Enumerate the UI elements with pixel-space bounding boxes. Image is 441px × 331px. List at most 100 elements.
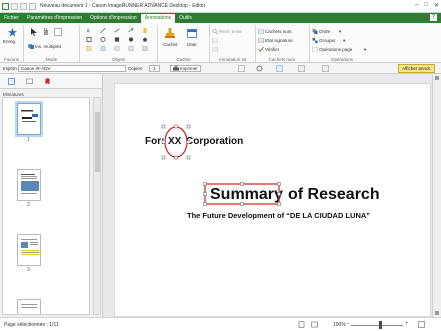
- ellipse-icon[interactable]: [100, 37, 106, 42]
- comments-tab-icon[interactable]: [26, 78, 33, 85]
- tab-options-impression[interactable]: Options d'impression: [86, 14, 141, 23]
- minimize-icon[interactable]: –: [415, 2, 418, 9]
- thumbnail-list[interactable]: 1 2 3: [2, 97, 90, 315]
- page-operations-dropdown-icon[interactable]: ▾: [364, 47, 366, 53]
- rectangle-icon[interactable]: [86, 37, 92, 42]
- pattern-icon[interactable]: [142, 46, 148, 51]
- thumbnail-page-3[interactable]: [17, 234, 41, 266]
- insert-multiple-icon: [28, 44, 34, 49]
- verify-button[interactable]: Vérifier: [265, 47, 279, 52]
- document-canvas[interactable]: For: XX Corporation Summary of Research: [104, 74, 432, 317]
- filled-ellipse-icon[interactable]: [128, 37, 134, 42]
- zoom-in-icon[interactable]: +: [405, 321, 409, 327]
- stamp-shape-icon[interactable]: [128, 46, 134, 51]
- fit-width-icon[interactable]: [311, 321, 318, 328]
- thumbnail-scrollbar[interactable]: [93, 97, 101, 315]
- single-page-view-icon[interactable]: [298, 321, 305, 328]
- thumbnail-scrollbar-thumb[interactable]: [95, 112, 100, 172]
- thumbnail-page-4[interactable]: [17, 299, 41, 314]
- page-operations-button[interactable]: Opérations page: [319, 47, 352, 52]
- highlighter-icon[interactable]: [142, 28, 148, 33]
- insert-multiple-button[interactable]: Ins. multiples: [35, 44, 61, 49]
- canvas-scrollbar[interactable]: [432, 74, 441, 317]
- status-bar: Page sélectionnée : 1/11 100% − +: [0, 317, 441, 331]
- link-icon[interactable]: [114, 46, 120, 51]
- cachet-button[interactable]: Cachet: [163, 42, 177, 47]
- settings-icon[interactable]: [256, 65, 263, 72]
- title-bar: Nouveau document 1 - Canon imageRUNNER A…: [0, 0, 441, 13]
- doc-research-text: of Research: [288, 186, 380, 203]
- group-button[interactable]: Grouper: [319, 38, 336, 43]
- panel-tabs: [0, 74, 102, 89]
- select-area-icon[interactable]: [54, 28, 62, 36]
- preview-icon[interactable]: [238, 65, 245, 72]
- bookmark-tab-icon[interactable]: [44, 78, 51, 85]
- stamp-toolbar-icon[interactable]: [298, 65, 305, 72]
- group-dropdown-icon[interactable]: ▾: [343, 38, 345, 44]
- verify-icon: [258, 47, 264, 52]
- line-icon[interactable]: [114, 28, 120, 33]
- tab-fichier[interactable]: Fichier: [0, 14, 23, 23]
- zoom-level[interactable]: 100%: [333, 322, 346, 328]
- thumbnail-number: 2: [27, 202, 30, 208]
- zoom-slider-thumb[interactable]: [379, 321, 382, 329]
- print-button[interactable]: Imprimer: [170, 65, 201, 72]
- pen-icon[interactable]: [100, 28, 106, 33]
- note-icon[interactable]: [86, 46, 92, 51]
- page-status: Page sélectionnée : 1/11: [4, 322, 59, 328]
- rectangle-annotation[interactable]: [201, 180, 283, 208]
- quick-access-undo-icon[interactable]: [20, 2, 27, 10]
- thumbnails-tab-icon[interactable]: [8, 78, 15, 85]
- document-page[interactable]: For: XX Corporation Summary of Research: [114, 83, 431, 317]
- text-icon[interactable]: A: [86, 28, 92, 33]
- close-icon[interactable]: ✕: [434, 2, 439, 9]
- ellipse-annotation[interactable]: [161, 124, 191, 160]
- cursor-icon[interactable]: [30, 28, 38, 36]
- app-icon: [2, 2, 9, 10]
- quick-access-save-icon[interactable]: [11, 2, 18, 10]
- maximize-icon[interactable]: □: [424, 2, 428, 9]
- text-search-button[interactable]: Rech. texte: [219, 29, 242, 34]
- tab-parametres-impression[interactable]: Paramètres d'impression: [23, 14, 86, 23]
- zoom-slider[interactable]: [351, 325, 403, 326]
- copies-input[interactable]: 1: [149, 65, 160, 72]
- date-stamp-icon: [187, 29, 197, 38]
- printer-label: Imprim :: [3, 66, 20, 71]
- save-favorite-button[interactable]: Enreg.: [3, 39, 16, 44]
- tab-outils[interactable]: Outils: [175, 14, 196, 23]
- printer-icon: [173, 66, 179, 71]
- help-icon[interactable]: ?: [430, 14, 437, 21]
- group-annotation-txt: Rech. texte Annotation txt: [210, 25, 256, 62]
- hand-icon[interactable]: [42, 28, 50, 36]
- zoom-out-icon[interactable]: −: [346, 321, 350, 327]
- arrow-line-icon[interactable]: [128, 28, 134, 33]
- window-controls: – □ ✕: [415, 2, 439, 9]
- filled-rectangle-icon[interactable]: [114, 37, 120, 42]
- order-button[interactable]: Ordre: [319, 29, 331, 34]
- signature-status-button[interactable]: Etat signature: [265, 38, 293, 43]
- page-layout-icon[interactable]: [276, 65, 283, 72]
- digital-stamps-button[interactable]: Cachets num.: [265, 29, 293, 34]
- thumbnail-page-2[interactable]: [17, 169, 41, 201]
- window-title: Nouveau document 1 - Canon imageRUNNER A…: [40, 3, 206, 9]
- group-operations: Ordre ▾ Grouper ▾ Opérations page ▾ Opér…: [310, 25, 374, 62]
- thumbnail-page-1[interactable]: [17, 103, 41, 135]
- scroll-up-icon[interactable]: [435, 76, 439, 80]
- copies-label: Copies: [128, 66, 143, 71]
- date-button[interactable]: Date: [187, 42, 197, 47]
- quick-access-redo-icon[interactable]: [29, 2, 36, 10]
- scroll-down-icon[interactable]: [435, 311, 439, 315]
- polygon-icon[interactable]: [142, 37, 148, 42]
- image-icon[interactable]: [100, 46, 106, 51]
- group-label-cachet: Cachet: [176, 57, 191, 62]
- fit-page-icon[interactable]: [418, 321, 425, 328]
- order-dropdown-icon[interactable]: ▾: [339, 29, 341, 35]
- thumbnail-number: 3: [27, 267, 30, 273]
- group-objets: A Objets: [80, 25, 158, 62]
- printer-select[interactable]: Canon iR-ADV: [18, 65, 126, 72]
- group-cachets-num: Cachets num. Etat signature Vérifier Cac…: [256, 25, 310, 62]
- doc-subtitle: The Future Development of “DE LA CIUDAD …: [187, 211, 371, 220]
- annotation-toggle-icon[interactable]: [322, 65, 329, 72]
- show-annotations-button[interactable]: Afficher annot.: [398, 64, 435, 73]
- tab-annotations[interactable]: Annotations: [140, 14, 176, 23]
